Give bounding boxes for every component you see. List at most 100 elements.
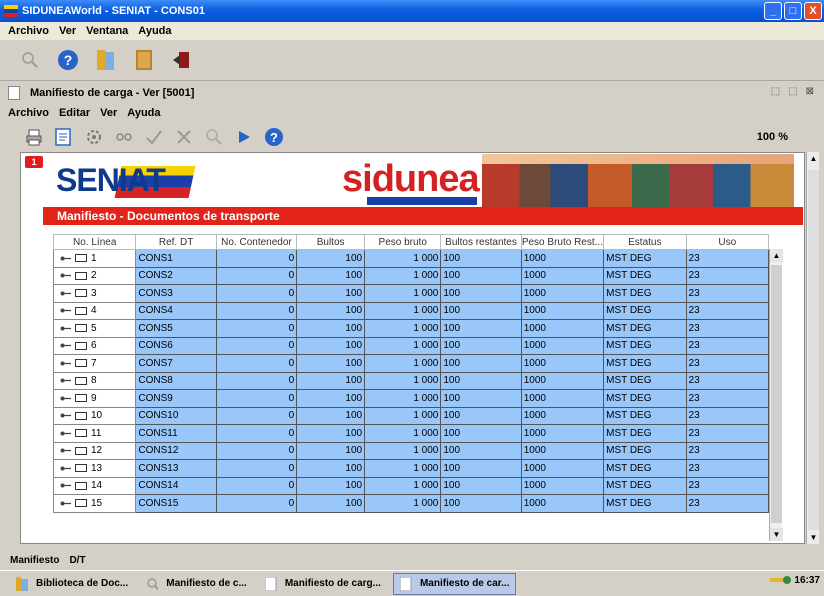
- taskbar-item-biblioteca[interactable]: Biblioteca de Doc...: [10, 573, 134, 595]
- table-row[interactable]: 2 CONS2 0 100 1 000 100 1000 MST DEG 23: [52, 266, 770, 285]
- table-row[interactable]: 9 CONS9 0 100 1 000 100 1000 MST DEG 23: [52, 389, 770, 408]
- cell-uso[interactable]: 23: [685, 389, 770, 408]
- cut-icon[interactable]: [172, 125, 196, 149]
- line-cell[interactable]: 7: [52, 354, 137, 373]
- scroll-down-arrow[interactable]: ▼: [770, 528, 783, 541]
- minimize-button[interactable]: _: [764, 2, 782, 20]
- cell-bultos[interactable]: 100: [296, 389, 366, 408]
- expand-icon[interactable]: [60, 412, 72, 419]
- cell-bultos[interactable]: 100: [296, 301, 366, 320]
- line-cell[interactable]: 12: [52, 441, 137, 460]
- table-row[interactable]: 13 CONS13 0 100 1 000 100 1000 MST DEG 23: [52, 459, 770, 478]
- print-icon[interactable]: [22, 125, 46, 149]
- search-icon[interactable]: [18, 48, 42, 72]
- expand-icon[interactable]: [60, 360, 72, 367]
- cell-ref[interactable]: CONS14: [135, 476, 217, 495]
- cell-uso[interactable]: 23: [685, 459, 770, 478]
- scroll-up-arrow[interactable]: ▲: [770, 249, 783, 262]
- cell-ref[interactable]: CONS13: [135, 459, 217, 478]
- line-cell[interactable]: 6: [52, 336, 137, 355]
- cell-peso[interactable]: 1 000: [364, 284, 442, 303]
- col-header-estatus[interactable]: Estatus: [603, 234, 687, 250]
- cell-bultos[interactable]: 100: [296, 354, 366, 373]
- cell-ref[interactable]: CONS10: [135, 406, 217, 425]
- document-number-tab[interactable]: 1: [25, 156, 43, 168]
- cell-peso_rest[interactable]: 1000: [520, 406, 605, 425]
- cell-ref[interactable]: CONS11: [135, 424, 217, 443]
- cell-ref[interactable]: CONS7: [135, 354, 217, 373]
- line-cell[interactable]: 4: [52, 301, 137, 320]
- cell-peso_rest[interactable]: 1000: [520, 354, 605, 373]
- close-button[interactable]: X: [804, 2, 822, 20]
- expand-icon[interactable]: [60, 395, 72, 402]
- search-icon[interactable]: [202, 125, 226, 149]
- cell-bultos[interactable]: 100: [296, 371, 366, 390]
- cell-estatus[interactable]: MST DEG: [603, 284, 687, 303]
- cell-peso_rest[interactable]: 1000: [520, 284, 605, 303]
- cell-cont[interactable]: 0: [215, 354, 298, 373]
- cell-peso_rest[interactable]: 1000: [520, 266, 605, 285]
- cell-rest[interactable]: 100: [440, 494, 522, 513]
- cell-peso[interactable]: 1 000: [364, 336, 442, 355]
- panel-scrollbar[interactable]: ▲ ▼: [806, 152, 819, 544]
- panel-scroll-down-arrow[interactable]: ▼: [807, 531, 820, 544]
- cell-cont[interactable]: 0: [215, 336, 298, 355]
- cell-rest[interactable]: 100: [440, 301, 522, 320]
- cell-cont[interactable]: 0: [215, 406, 298, 425]
- expand-icon[interactable]: [60, 500, 72, 507]
- dock-icon[interactable]: ⬚: [788, 86, 797, 97]
- cell-bultos[interactable]: 100: [296, 476, 366, 495]
- cell-rest[interactable]: 100: [440, 424, 522, 443]
- cell-peso[interactable]: 1 000: [364, 249, 442, 268]
- cell-ref[interactable]: CONS2: [135, 266, 217, 285]
- cell-uso[interactable]: 23: [685, 441, 770, 460]
- taskbar-item-manifiesto-2[interactable]: Manifiesto de carg...: [259, 573, 387, 595]
- cell-peso[interactable]: 1 000: [364, 441, 442, 460]
- gear-icon[interactable]: [82, 125, 106, 149]
- cell-cont[interactable]: 0: [215, 424, 298, 443]
- panel-scroll-thumb[interactable]: [808, 170, 819, 530]
- cell-cont[interactable]: 0: [215, 301, 298, 320]
- cell-bultos[interactable]: 100: [296, 459, 366, 478]
- check-icon[interactable]: [142, 125, 166, 149]
- col-header-ref[interactable]: Ref. DT: [135, 234, 217, 250]
- table-row[interactable]: 4 CONS4 0 100 1 000 100 1000 MST DEG 23: [52, 301, 770, 320]
- table-row[interactable]: 8 CONS8 0 100 1 000 100 1000 MST DEG 23: [52, 371, 770, 390]
- col-header-uso[interactable]: Uso: [685, 234, 770, 250]
- cell-ref[interactable]: CONS3: [135, 284, 217, 303]
- line-cell[interactable]: 10: [52, 406, 137, 425]
- cell-peso_rest[interactable]: 1000: [520, 424, 605, 443]
- menu-ayuda[interactable]: Ayuda: [138, 25, 171, 37]
- cell-uso[interactable]: 23: [685, 301, 770, 320]
- cell-ref[interactable]: CONS12: [135, 441, 217, 460]
- cell-peso[interactable]: 1 000: [364, 389, 442, 408]
- expand-icon[interactable]: [60, 342, 72, 349]
- scroll-thumb[interactable]: [771, 265, 782, 523]
- cell-peso[interactable]: 1 000: [364, 319, 442, 338]
- line-cell[interactable]: 13: [52, 459, 137, 478]
- link-icon[interactable]: [112, 125, 136, 149]
- line-cell[interactable]: 8: [52, 371, 137, 390]
- expand-icon[interactable]: [60, 430, 72, 437]
- taskbar-item-manifiesto-3[interactable]: Manifiesto de car...: [392, 572, 517, 595]
- expand-icon[interactable]: [60, 325, 72, 332]
- cell-cont[interactable]: 0: [215, 371, 298, 390]
- cell-peso[interactable]: 1 000: [364, 301, 442, 320]
- cell-peso[interactable]: 1 000: [364, 371, 442, 390]
- line-cell[interactable]: 14: [52, 476, 137, 495]
- cell-peso[interactable]: 1 000: [364, 266, 442, 285]
- cell-uso[interactable]: 23: [685, 406, 770, 425]
- cell-peso_rest[interactable]: 1000: [520, 319, 605, 338]
- library-icon[interactable]: [94, 48, 118, 72]
- cell-rest[interactable]: 100: [440, 249, 522, 268]
- cell-peso[interactable]: 1 000: [364, 406, 442, 425]
- cell-uso[interactable]: 23: [685, 424, 770, 443]
- tab-dt[interactable]: D/T: [69, 555, 85, 566]
- cell-rest[interactable]: 100: [440, 371, 522, 390]
- inner-menu-archivo[interactable]: Archivo: [8, 107, 49, 119]
- expand-icon[interactable]: [60, 307, 72, 314]
- cell-bultos[interactable]: 100: [296, 441, 366, 460]
- exit-icon[interactable]: [170, 48, 194, 72]
- inner-menu-ver[interactable]: Ver: [100, 107, 117, 119]
- cell-peso_rest[interactable]: 1000: [520, 494, 605, 513]
